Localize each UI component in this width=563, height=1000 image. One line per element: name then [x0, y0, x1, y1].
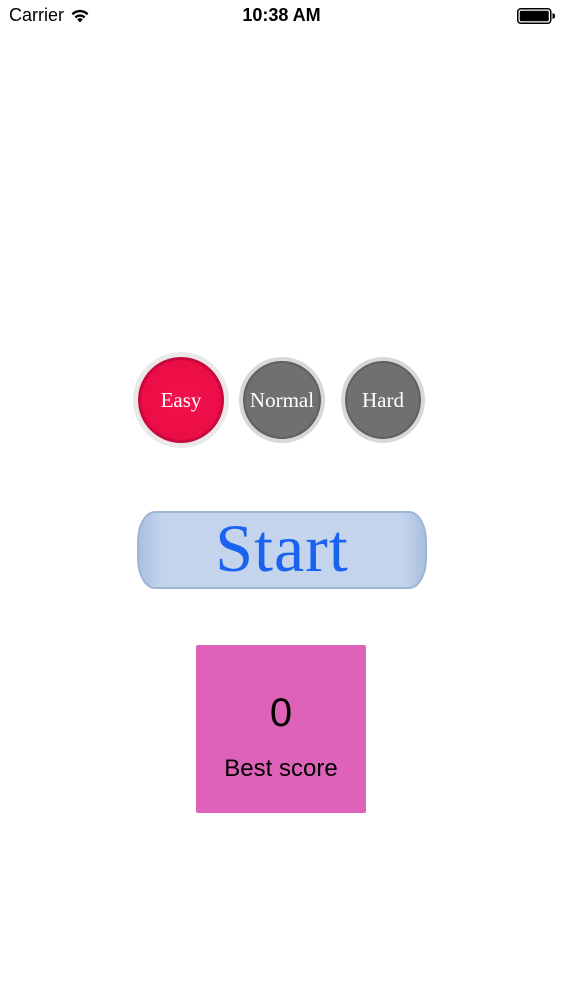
start-button-label: Start	[215, 510, 349, 586]
best-score-value: 0	[269, 691, 293, 735]
difficulty-hard-label: Hard	[362, 387, 404, 412]
best-score-label: Best score	[224, 755, 338, 782]
difficulty-selector: Easy Normal Hard	[0, 0, 563, 1000]
status-bar: Carrier 10:38 AM	[0, 0, 563, 32]
difficulty-easy-label: Easy	[160, 387, 202, 412]
difficulty-hard-button[interactable]: Hard	[341, 357, 425, 443]
status-time: 10:38 AM	[242, 5, 321, 25]
game-menu-screen: Carrier 10:38 AM Easy Normal Hard Start	[0, 0, 563, 1000]
difficulty-normal-label: Normal	[249, 387, 315, 412]
start-button[interactable]: Start	[137, 511, 427, 589]
difficulty-normal-button[interactable]: Normal	[239, 357, 325, 443]
best-score-card: 0 Best score	[196, 645, 366, 813]
battery-icon	[517, 8, 555, 24]
difficulty-easy-button[interactable]: Easy	[133, 352, 229, 448]
